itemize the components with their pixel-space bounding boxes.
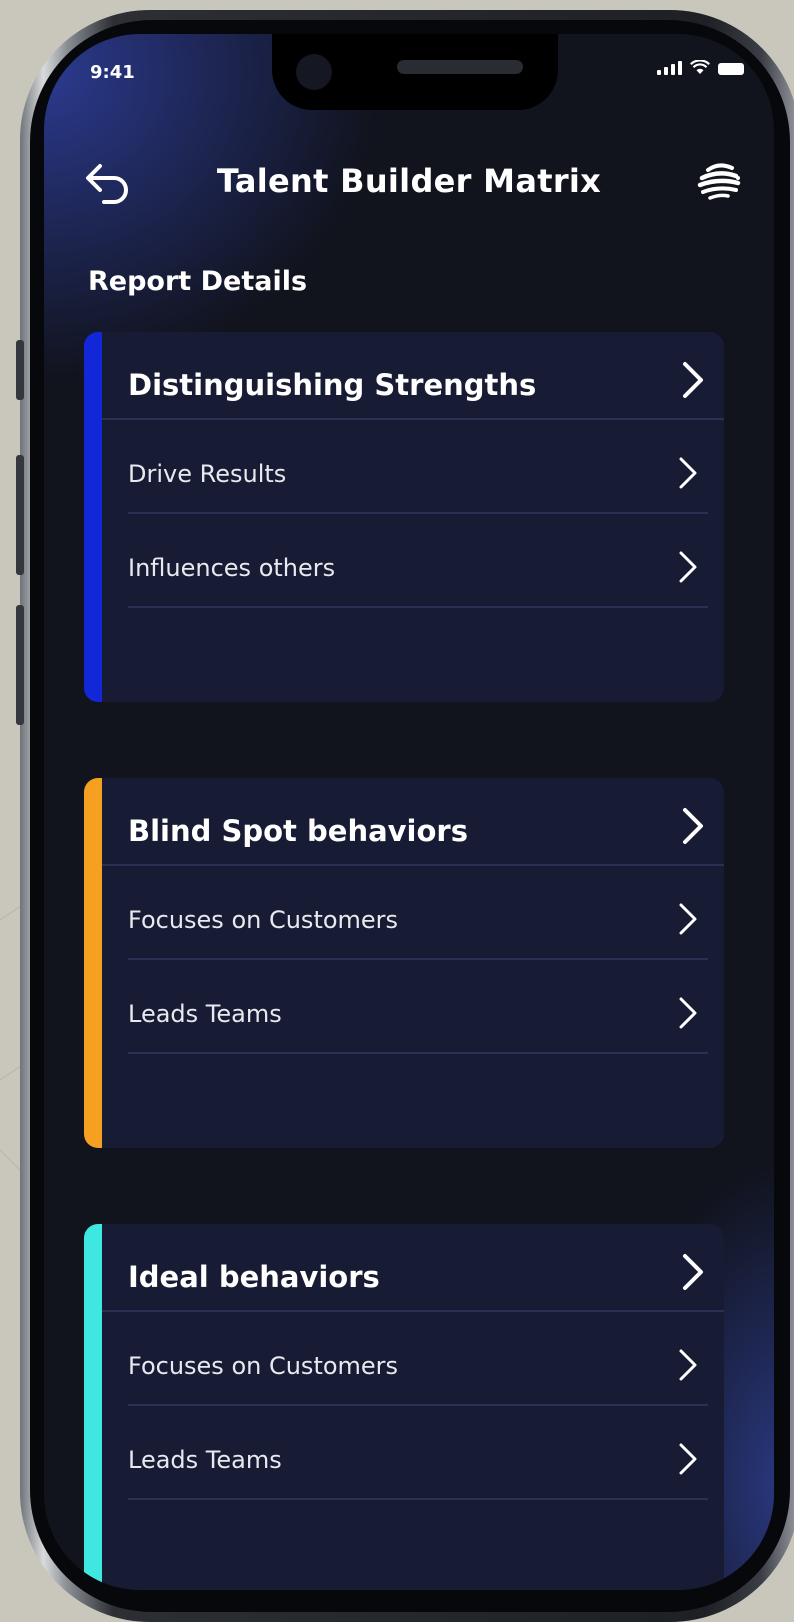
list-item-label: Drive Results [128,460,287,488]
list-item-label: Leads Teams [128,1446,282,1474]
list-item[interactable]: Leads Teams [128,960,708,1054]
card-header[interactable]: Blind Spot behaviors [102,778,724,866]
chevron-right-icon [683,1254,703,1290]
list-item[interactable]: Drive Results [128,420,708,514]
card-title: Ideal behaviors [128,1260,380,1294]
signal-icon [657,61,682,75]
card-accent-bar [84,1224,102,1590]
chevron-right-icon [679,457,697,489]
volume-up-button [16,455,24,575]
volume-down-button [16,605,24,725]
list-item[interactable]: Focuses on Customers [128,1312,708,1406]
status-icons [657,60,744,75]
card-distinguishing-strengths: Distinguishing Strengths Drive Results I… [84,332,724,702]
chevron-right-icon [683,362,703,398]
chevron-right-icon [679,997,697,1029]
card-title: Distinguishing Strengths [128,368,537,402]
card-ideal-behaviors: Ideal behaviors Focuses on Customers Lea… [84,1224,724,1590]
wifi-icon [690,60,710,74]
app-screen: 9:41 Talent Builder Matrix Report Detail… [44,34,774,1590]
card-title: Blind Spot behaviors [128,814,468,848]
chevron-right-icon [679,551,697,583]
list-item[interactable]: Focuses on Customers [128,866,708,960]
chevron-right-icon [683,808,703,844]
globe-icon [697,163,741,200]
card-header[interactable]: Ideal behaviors [102,1224,724,1312]
section-heading: Report Details [88,266,308,297]
list-item-label: Leads Teams [128,1000,282,1028]
front-camera [296,54,332,90]
chevron-right-icon [679,1443,697,1475]
battery-icon [718,63,744,75]
top-app-bar: Talent Builder Matrix [44,144,774,214]
list-item[interactable]: Leads Teams [128,1406,708,1500]
card-header[interactable]: Distinguishing Strengths [102,332,724,420]
earpiece-speaker [397,60,523,74]
list-item-label: Focuses on Customers [128,906,399,934]
card-accent-bar [84,332,102,702]
list-item-label: Influences others [128,554,336,582]
chevron-right-icon [679,1349,697,1381]
globe-menu-button[interactable] [694,156,744,206]
list-item[interactable]: Influences others [128,514,708,608]
chevron-right-icon [679,903,697,935]
mute-switch [16,340,24,400]
status-time: 9:41 [90,62,135,83]
card-blind-spot-behaviors: Blind Spot behaviors Focuses on Customer… [84,778,724,1148]
page-title: Talent Builder Matrix [216,162,602,200]
card-accent-bar [84,778,102,1148]
list-item-label: Focuses on Customers [128,1352,399,1380]
